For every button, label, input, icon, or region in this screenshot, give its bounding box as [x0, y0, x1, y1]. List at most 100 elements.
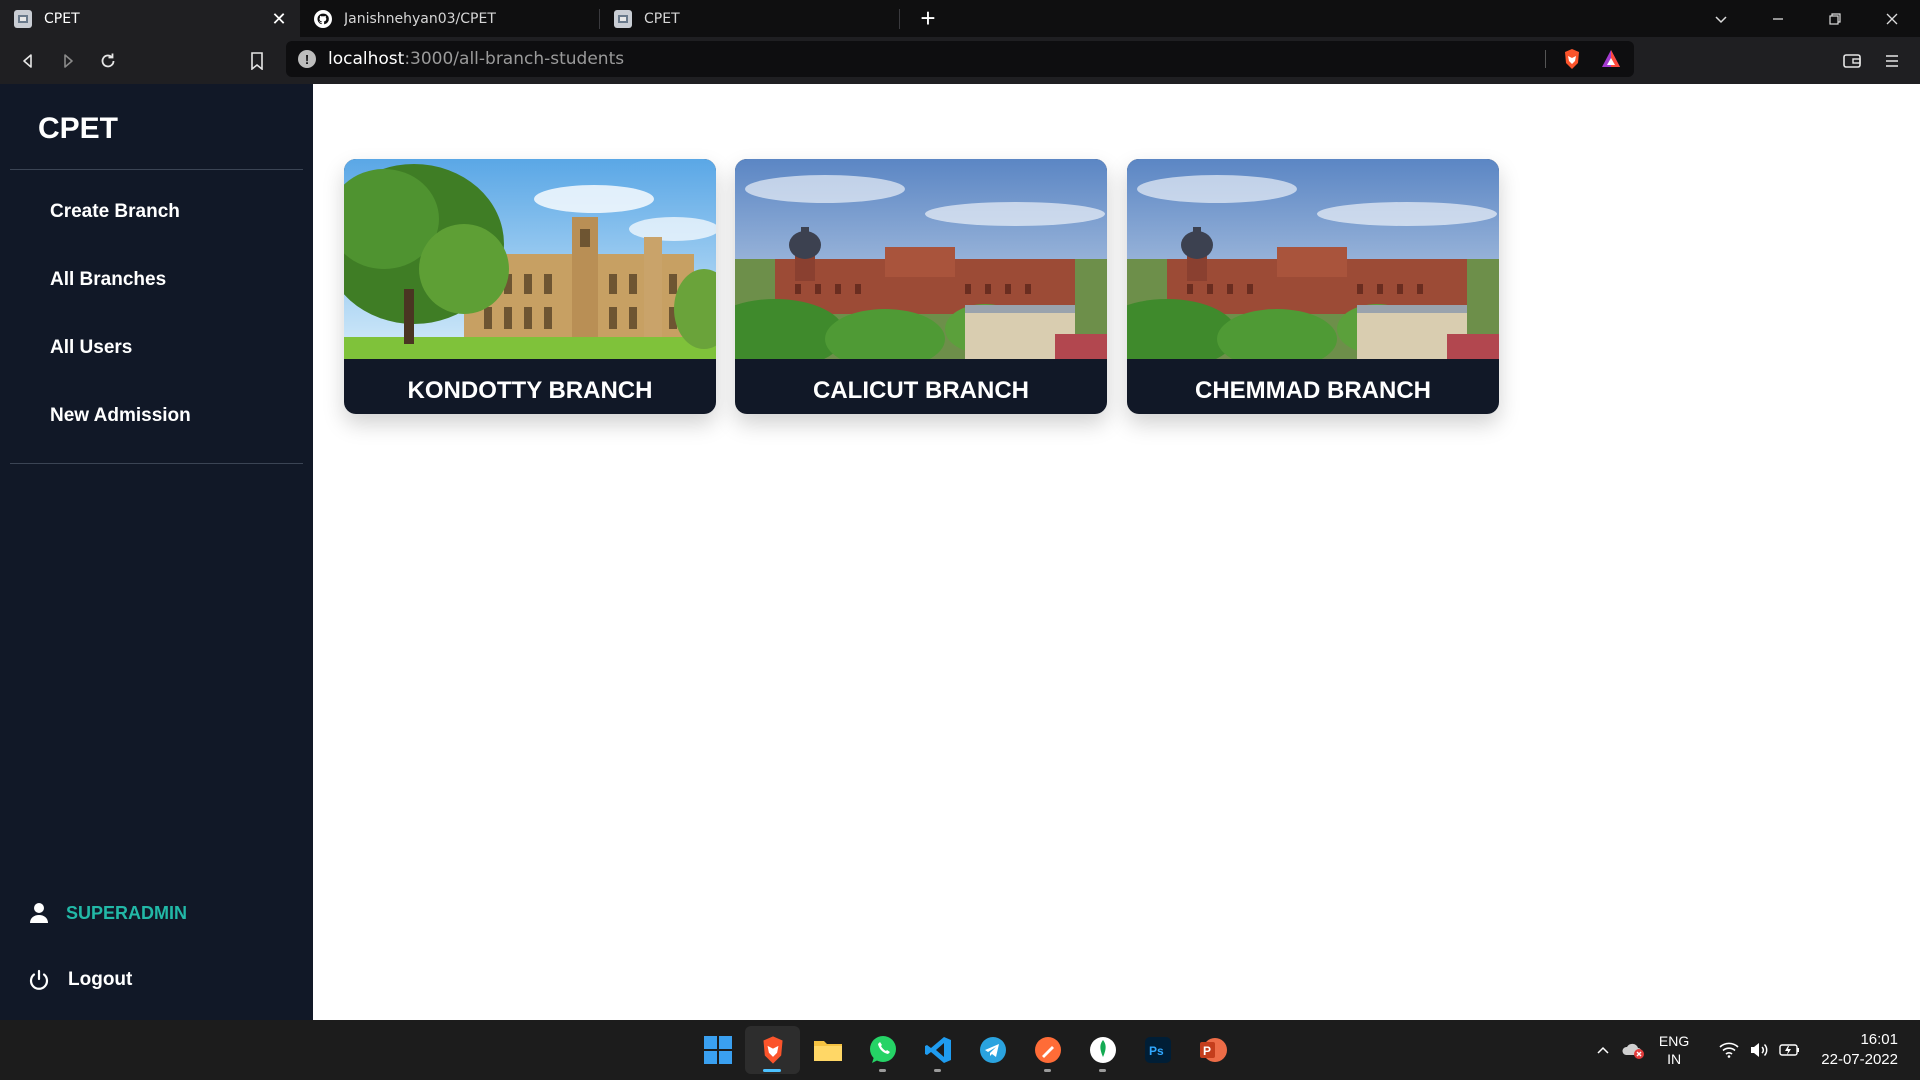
input-language-indicator[interactable]: ENG IN — [1659, 1032, 1689, 1068]
system-tray: ENG IN 16:01 22-07-2022 — [1585, 1020, 1898, 1080]
window-controls — [1692, 0, 1920, 37]
windows-taskbar: Ps P ENG IN 16:01 22-07-2022 — [0, 1020, 1920, 1080]
taskbar-apps: Ps P — [690, 1026, 1240, 1074]
cloud-error-icon — [1622, 1043, 1644, 1059]
volume-button[interactable] — [1749, 1042, 1769, 1058]
taskbar-whatsapp[interactable] — [855, 1026, 910, 1074]
tab-cpet-active[interactable]: CPET ✕ — [0, 0, 300, 37]
browser-toolbar: ! localhost:3000/all-branch-students — [0, 37, 1920, 84]
sidebar-item-all-branches[interactable]: All Branches — [50, 269, 166, 291]
bookmark-icon — [251, 52, 263, 70]
back-arrow-icon — [23, 53, 32, 68]
logout-button[interactable]: Logout — [28, 969, 132, 991]
tab-title: CPET — [44, 10, 80, 27]
onedrive-button[interactable] — [1621, 1041, 1645, 1059]
system-clock[interactable]: 16:01 22-07-2022 — [1821, 1030, 1898, 1070]
taskbar-vscode[interactable] — [910, 1026, 965, 1074]
close-icon — [1886, 13, 1897, 24]
brave-shields-icon[interactable] — [1562, 48, 1582, 75]
site-favicon-icon — [614, 9, 632, 28]
running-indicator — [763, 1069, 781, 1072]
speaker-icon — [1751, 1043, 1768, 1057]
url-path: :3000/all-branch-students — [404, 49, 625, 69]
branch-name: KONDOTTY BRANCH — [407, 376, 653, 404]
tab-title: Janishnehyan03/CPET — [344, 10, 496, 27]
running-indicator — [1044, 1069, 1051, 1072]
sidebar-item-new-admission[interactable]: New Admission — [50, 405, 191, 427]
brave-browser-icon — [762, 1036, 783, 1064]
taskbar-photoshop[interactable]: Ps — [1130, 1026, 1185, 1074]
taskbar-file-explorer[interactable] — [800, 1026, 855, 1074]
tab-title: CPET — [644, 10, 680, 27]
address-bar[interactable]: ! localhost:3000/all-branch-students — [286, 41, 1634, 77]
region-code: IN — [1667, 1051, 1682, 1067]
close-window-button[interactable] — [1863, 0, 1920, 37]
branch-photo — [735, 159, 1107, 359]
sidebar-divider — [10, 463, 303, 464]
show-hidden-icons-button[interactable] — [1595, 1042, 1611, 1058]
powerpoint-icon: P — [1199, 1038, 1227, 1062]
running-indicator — [1099, 1069, 1106, 1072]
browser-tab-bar: CPET ✕ Janishnehyan03/CPET CPET + — [0, 0, 1920, 37]
sidebar: CPET Create Branch All Branches All User… — [0, 84, 313, 1020]
url-separator — [1545, 50, 1546, 68]
url-host: localhost — [328, 49, 405, 69]
restore-icon — [1828, 12, 1841, 25]
tab-cpet[interactable]: CPET — [600, 0, 900, 37]
sidebar-item-all-users[interactable]: All Users — [50, 337, 132, 359]
current-user[interactable]: SUPERADMIN — [28, 902, 187, 924]
language-code: ENG — [1658, 1033, 1690, 1049]
brand-logo-text[interactable]: CPET — [38, 112, 118, 146]
chevron-down-icon — [1714, 15, 1727, 23]
taskbar-start-button[interactable] — [690, 1026, 745, 1074]
chevron-up-icon — [1597, 1046, 1609, 1054]
branch-card-chemmad[interactable]: CHEMMAD BRANCH — [1127, 159, 1499, 414]
brave-rewards-icon[interactable] — [1600, 48, 1622, 75]
new-tab-button[interactable]: + — [900, 0, 956, 37]
wallet-icon — [1843, 54, 1861, 68]
forward-button[interactable] — [48, 41, 88, 81]
windows-logo-icon — [703, 1036, 732, 1064]
plus-icon: + — [920, 3, 936, 33]
minimize-button[interactable] — [1749, 0, 1806, 37]
branch-photo — [344, 159, 716, 359]
folder-icon — [813, 1041, 842, 1061]
hamburger-menu-icon — [1886, 55, 1898, 67]
branch-photo — [1127, 159, 1499, 359]
wifi-icon — [1719, 1042, 1739, 1058]
clock-date: 22-07-2022 — [1821, 1051, 1898, 1068]
back-button[interactable] — [8, 41, 48, 81]
sidebar-item-create-branch[interactable]: Create Branch — [50, 201, 180, 223]
battery-charging-icon — [1779, 1044, 1800, 1056]
wallet-button[interactable] — [1832, 41, 1872, 81]
reload-button[interactable] — [88, 41, 128, 81]
taskbar-telegram[interactable] — [965, 1026, 1020, 1074]
reload-icon — [101, 53, 115, 67]
github-icon — [314, 9, 332, 28]
branch-card-kondotty[interactable]: KONDOTTY BRANCH — [344, 159, 716, 414]
telegram-icon — [979, 1037, 1006, 1063]
taskbar-postman[interactable] — [1020, 1026, 1075, 1074]
branch-card-calicut[interactable]: CALICUT BRANCH — [735, 159, 1107, 414]
taskbar-brave[interactable] — [745, 1026, 800, 1074]
taskbar-mongodb-compass[interactable] — [1075, 1026, 1130, 1074]
svg-text:Ps: Ps — [1149, 1044, 1164, 1058]
clock-time: 16:01 — [1860, 1031, 1898, 1048]
photoshop-icon: Ps — [1144, 1037, 1171, 1063]
restore-button[interactable] — [1806, 0, 1863, 37]
tab-search-button[interactable] — [1692, 0, 1749, 37]
main-content: KONDOTTY BRANCH CALICUT BRANCH CHEMMAD B… — [313, 84, 1920, 1020]
site-info-icon[interactable]: ! — [298, 50, 316, 68]
close-tab-icon[interactable]: ✕ — [270, 10, 288, 28]
username-label: SUPERADMIN — [66, 902, 188, 923]
logout-label: Logout — [68, 969, 133, 990]
taskbar-powerpoint[interactable]: P — [1185, 1026, 1240, 1074]
vscode-icon — [924, 1037, 951, 1063]
battery-button[interactable] — [1779, 1043, 1801, 1057]
network-button[interactable] — [1719, 1042, 1739, 1058]
tab-github[interactable]: Janishnehyan03/CPET — [300, 0, 600, 37]
minimize-icon — [1772, 17, 1783, 20]
menu-button[interactable] — [1872, 41, 1912, 81]
bookmark-button[interactable] — [237, 41, 277, 81]
sidebar-divider — [10, 169, 303, 170]
